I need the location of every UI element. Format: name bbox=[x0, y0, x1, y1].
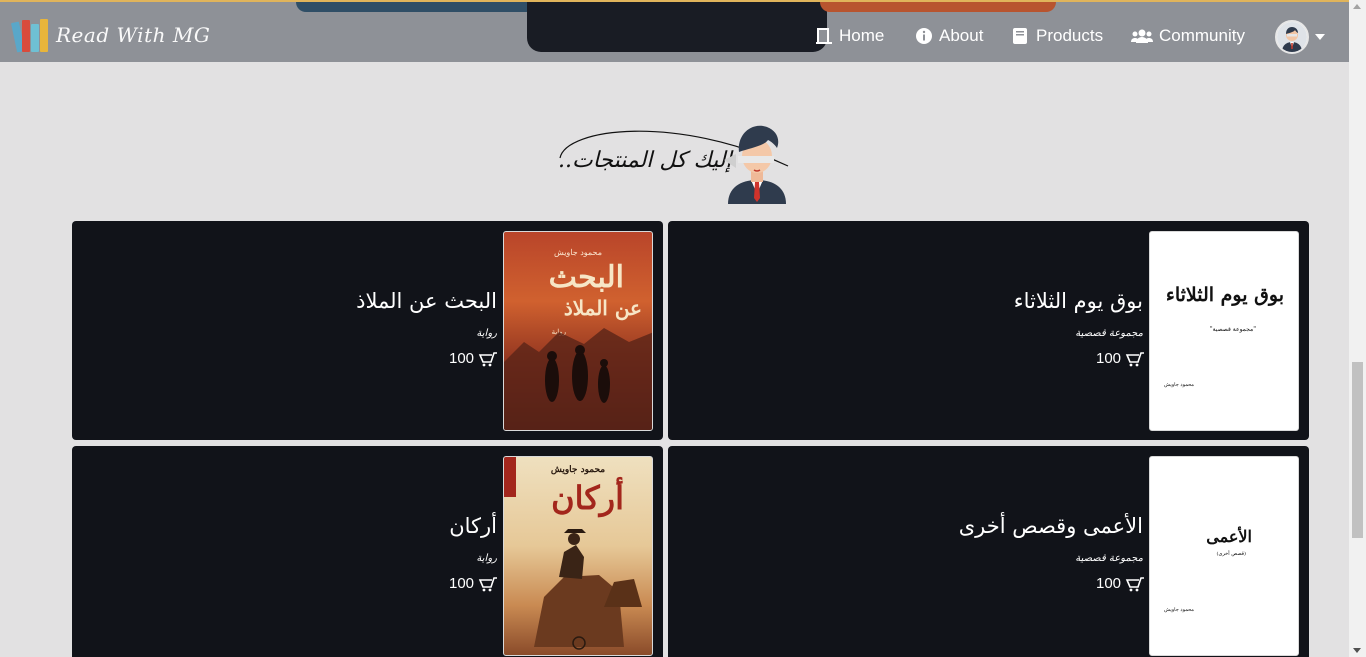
nav-home[interactable]: Home bbox=[815, 26, 884, 46]
product-price[interactable]: 100 bbox=[1096, 575, 1145, 592]
businessman-icon bbox=[724, 125, 786, 204]
section-heading: إليك كل المنتجات.. bbox=[558, 148, 732, 173]
hero-peek-right bbox=[820, 2, 1056, 12]
cover-title: الأعمى bbox=[1206, 527, 1252, 546]
cover-subtitle: "مجموعة قصصية" bbox=[1209, 326, 1256, 333]
nav-community[interactable]: Community bbox=[1131, 26, 1245, 46]
price-value: 100 bbox=[1096, 350, 1122, 367]
info-icon bbox=[915, 27, 933, 45]
product-cover-image[interactable]: محمود جاويش أركان bbox=[503, 456, 653, 656]
product-price[interactable]: 100 bbox=[449, 575, 498, 592]
product-category: مجموعة قصصية bbox=[1075, 553, 1143, 564]
nav-products[interactable]: Products bbox=[1012, 26, 1103, 46]
product-cover-image[interactable]: الأعمى (قصص أخرى) محمود جاويش bbox=[1149, 456, 1299, 656]
product-category: رواية bbox=[476, 328, 497, 339]
cover-author: محمود جاويش bbox=[1164, 607, 1194, 613]
nav-about[interactable]: About bbox=[915, 26, 983, 46]
caret-down-icon bbox=[1315, 34, 1325, 40]
cover-author: محمود جاويش bbox=[1164, 382, 1194, 388]
cart-icon bbox=[478, 351, 498, 367]
cart-icon bbox=[478, 576, 498, 592]
brand-link[interactable]: Read With MG bbox=[10, 18, 211, 53]
price-value: 100 bbox=[449, 575, 475, 592]
product-price[interactable]: 100 bbox=[1096, 350, 1145, 367]
cart-icon bbox=[1125, 576, 1145, 592]
avatar-icon bbox=[1275, 20, 1309, 54]
product-title[interactable]: بوق يوم الثلاثاء bbox=[1014, 289, 1143, 313]
scroll-up-icon[interactable] bbox=[1353, 4, 1361, 9]
scroll-thumb[interactable] bbox=[1352, 362, 1363, 538]
product-category: رواية bbox=[476, 553, 497, 564]
cover-title: بوق يوم الثلاثاء bbox=[1165, 284, 1284, 306]
product-card[interactable]: محمود جاويش البحث عن الملاذ رواية البحث … bbox=[72, 221, 663, 440]
product-card[interactable]: بوق يوم الثلاثاء "مجموعة قصصية" محمود جا… bbox=[668, 221, 1309, 440]
hero-peek-left bbox=[296, 2, 536, 12]
products-heading: إليك كل المنتجات.. bbox=[556, 118, 796, 204]
users-icon bbox=[1131, 27, 1153, 45]
product-card[interactable]: الأعمى (قصص أخرى) محمود جاويش الأعمى وقص… bbox=[668, 446, 1309, 657]
door-icon bbox=[815, 27, 833, 45]
nav-products-label: Products bbox=[1036, 26, 1104, 45]
nav-about-label: About bbox=[939, 26, 984, 45]
books-logo-icon bbox=[10, 18, 52, 53]
hero-peek-center bbox=[527, 2, 827, 52]
cover-subtitle: (قصص أخرى) bbox=[1216, 551, 1247, 557]
product-title[interactable]: أركان bbox=[449, 514, 497, 538]
user-menu-toggle[interactable] bbox=[1275, 20, 1325, 54]
product-cover-image[interactable]: بوق يوم الثلاثاء "مجموعة قصصية" محمود جا… bbox=[1149, 231, 1299, 431]
product-title[interactable]: البحث عن الملاذ bbox=[356, 289, 497, 313]
book-icon bbox=[1012, 27, 1030, 45]
product-category: مجموعة قصصية bbox=[1075, 328, 1143, 339]
product-title[interactable]: الأعمى وقصص أخرى bbox=[959, 514, 1143, 538]
cover-illustration bbox=[504, 457, 642, 650]
price-value: 100 bbox=[1096, 575, 1122, 592]
nav-community-label: Community bbox=[1159, 26, 1245, 45]
cart-icon bbox=[1125, 351, 1145, 367]
scroll-down-icon[interactable] bbox=[1353, 648, 1361, 653]
product-price[interactable]: 100 bbox=[449, 350, 498, 367]
cover-illustration bbox=[504, 328, 652, 430]
product-cover-image[interactable]: محمود جاويش البحث عن الملاذ رواية bbox=[503, 231, 653, 431]
navbar: Read With MG Home About Products Communi… bbox=[0, 0, 1349, 62]
page-scrollbar[interactable] bbox=[1349, 0, 1366, 657]
product-card[interactable]: محمود جاويش أركان أركان رواية 100 bbox=[72, 446, 663, 657]
brand-name: Read With MG bbox=[56, 23, 211, 47]
price-value: 100 bbox=[449, 350, 475, 367]
nav-home-label: Home bbox=[839, 26, 885, 45]
